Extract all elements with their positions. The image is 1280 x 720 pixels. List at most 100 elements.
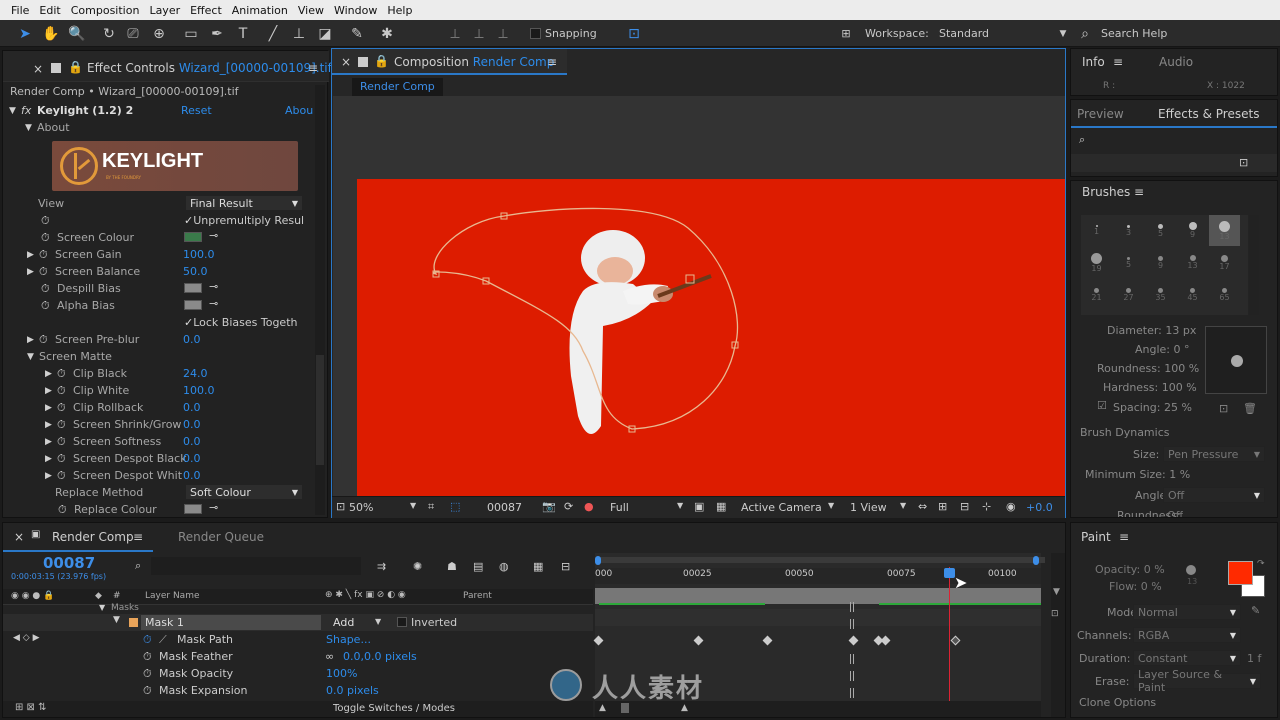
search-help-input[interactable]: Search Help (1101, 20, 1167, 47)
unpremultiply-checkbox[interactable]: ✓ Unpremultiply Resul (184, 212, 304, 229)
search-icon[interactable]: ⌕ (1078, 20, 1092, 47)
softness-value[interactable]: 0.0 (183, 435, 201, 448)
inverted-checkbox[interactable] (397, 617, 407, 627)
search-icon[interactable]: ⌕ (1079, 133, 1085, 147)
timecode[interactable]: 00087 (43, 554, 95, 572)
mask-mode-value[interactable]: Add (333, 616, 354, 629)
toggle-switches-modes[interactable]: Toggle Switches / Modes (333, 703, 455, 714)
camera-tool-icon[interactable]: ⎚ (122, 20, 144, 47)
channels-dropdown[interactable]: RGBA ▼ (1133, 627, 1241, 643)
fast-previews-icon[interactable]: ⊞ (938, 500, 947, 513)
draft-3d-icon[interactable]: ✺ (413, 560, 422, 573)
angle-value[interactable]: Angle: 0 ° (1135, 343, 1190, 356)
camera-value[interactable]: Active Camera (741, 501, 822, 514)
mask-visibility-icon[interactable]: ⬚ (450, 500, 460, 513)
graph-editor-icon[interactable]: ▦ (533, 560, 543, 573)
lock-icon[interactable]: 🔒 (68, 60, 83, 74)
motion-blur-icon[interactable]: ◍ (499, 560, 509, 573)
workspace-dropdown-icon[interactable]: ▼ (1056, 20, 1070, 47)
always-preview-icon[interactable]: ⊡ (336, 500, 345, 513)
effect-controls-scrollbar[interactable] (315, 85, 325, 515)
menu-help[interactable]: Help (382, 4, 417, 17)
opacity-value[interactable]: Opacity: 0 % (1095, 563, 1165, 576)
eyedropper-icon[interactable]: ⊸ (209, 229, 218, 242)
frame-blending-icon[interactable]: ▤ (473, 560, 483, 573)
erase-dropdown[interactable]: Layer Source & Paint ▼ (1133, 668, 1261, 694)
timeline-scrollbar[interactable]: ▼ ⊡ (1051, 553, 1065, 717)
brush-tool-icon[interactable]: ╱ (262, 20, 284, 47)
tab-audio[interactable]: Audio (1159, 55, 1193, 69)
swap-colors-icon[interactable]: ↷ (1257, 559, 1265, 569)
menu-edit[interactable]: Edit (34, 4, 65, 17)
timeline-icon[interactable]: ⊟ (960, 500, 969, 513)
tab-render-queue[interactable]: Render Queue (178, 530, 264, 544)
size-dropdown[interactable]: Pen Pressure ▼ (1163, 446, 1265, 462)
minimum-size-value[interactable]: Minimum Size: 1 % (1085, 468, 1190, 481)
parent-header[interactable]: Parent (463, 591, 492, 601)
hand-tool-icon[interactable]: ✋ (40, 20, 62, 47)
work-area-end[interactable] (1033, 556, 1039, 565)
stopwatch-icon[interactable]: ⏱ (143, 633, 159, 647)
stopwatch-icon[interactable]: ⏱ (39, 248, 55, 262)
layer-name-header[interactable]: Layer Name (145, 591, 200, 601)
menu-file[interactable]: File (6, 4, 34, 17)
keyframe[interactable] (848, 635, 859, 646)
close-icon[interactable]: × (33, 62, 43, 76)
panel-menu-icon[interactable]: ≡ (1113, 55, 1123, 69)
mask-path-value[interactable]: Shape... (326, 633, 371, 646)
replace-colour-swatch[interactable] (184, 504, 202, 514)
clip-white-value[interactable]: 100.0 (183, 384, 215, 397)
foreground-color-swatch[interactable] (1228, 561, 1253, 585)
screen-balance-value[interactable]: 50.0 (183, 265, 208, 278)
clip-black-value[interactable]: 24.0 (183, 367, 208, 380)
stopwatch-icon[interactable]: ⏱ (41, 299, 57, 313)
pen-tool-icon[interactable]: ✒ (206, 20, 228, 47)
eyedropper-icon[interactable]: ⊸ (209, 297, 218, 310)
screen-gain-value[interactable]: 100.0 (183, 248, 215, 261)
snapping-checkbox[interactable] (528, 20, 542, 47)
comp-marker-bin-icon[interactable]: ⊡ (1051, 609, 1063, 623)
lock-icon[interactable]: 🔒 (374, 54, 389, 68)
comp-viewer[interactable] (333, 96, 1065, 496)
safe-areas-icon[interactable]: ⌗ (428, 500, 434, 514)
av-switches-icon[interactable]: ◉ ◉ ● 🔒 (11, 591, 54, 601)
screen-colour-swatch[interactable] (184, 232, 202, 242)
stopwatch-icon[interactable]: ⏱ (57, 435, 73, 449)
timeline-track-area[interactable]: 000 00025 00050 00075 00100 ➤ ▲ ▲ (593, 553, 1045, 717)
snapshot-icon[interactable]: 📷 (542, 500, 556, 513)
keyframe[interactable] (880, 635, 891, 646)
timeline-zoom-bar[interactable]: ▲ ▲ (595, 701, 1041, 717)
about-row[interactable]: ▼ About (25, 119, 70, 136)
stopwatch-icon[interactable]: ⏱ (143, 667, 159, 681)
exposure-value[interactable]: +0.0 (1026, 501, 1053, 514)
channel-icon[interactable]: ● (584, 500, 594, 513)
clone-source-icon[interactable]: ✎ (1251, 604, 1260, 617)
work-area-bar[interactable] (599, 557, 1045, 563)
stopwatch-icon[interactable]: ⏱ (39, 333, 55, 347)
trash-icon[interactable]: 🗑 (1243, 402, 1257, 415)
keyframe[interactable] (950, 635, 961, 646)
angle-dropdown[interactable]: Off ▼ (1163, 487, 1265, 503)
brush-grid-scrollbar[interactable] (1249, 215, 1259, 315)
show-snapshot-icon[interactable]: ⟳ (564, 500, 573, 513)
render-icon[interactable]: ⊟ (561, 560, 570, 573)
despot-white-value[interactable]: 0.0 (183, 469, 201, 482)
panel-menu-icon[interactable]: ≡ (1134, 185, 1144, 199)
keyframe-navigator[interactable]: ◀ ◇ ▶ (13, 633, 40, 643)
new-preset-icon[interactable]: ⊡ (1239, 156, 1248, 169)
tab-paint[interactable]: Paint (1081, 530, 1111, 544)
local-axis-icon[interactable]: ⟂ (444, 20, 466, 47)
panel-menu-icon[interactable]: ≡ (308, 61, 318, 75)
panel-menu-icon[interactable]: ≡ (547, 55, 557, 69)
stopwatch-icon[interactable]: ⏱ (58, 503, 74, 517)
stopwatch-icon[interactable]: ⏱ (57, 384, 73, 398)
tab-info[interactable]: Info (1082, 55, 1105, 69)
zoom-tool-icon[interactable]: 🔍 (66, 20, 88, 47)
stopwatch-icon[interactable]: ⏱ (41, 214, 57, 228)
layer-search-input[interactable] (151, 557, 361, 575)
exposure-reset-icon[interactable]: ◉ (1006, 500, 1016, 513)
resolution-value[interactable]: Full (610, 501, 629, 514)
eyedropper-icon[interactable]: ⊸ (209, 280, 218, 293)
shy-icon[interactable]: ☗ (447, 560, 457, 573)
type-tool-icon[interactable]: T (232, 20, 254, 47)
